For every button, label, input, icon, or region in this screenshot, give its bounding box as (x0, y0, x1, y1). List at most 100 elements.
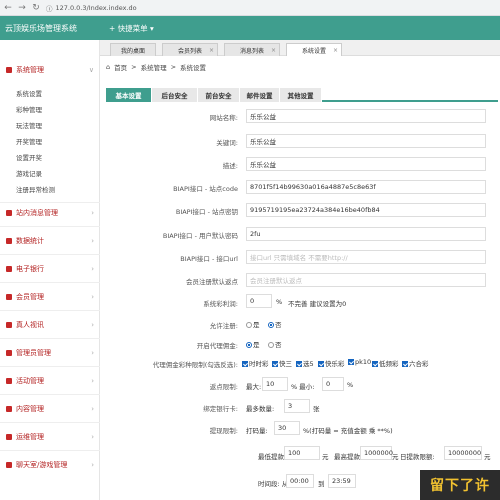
profit-rate-input[interactable]: 0 (246, 294, 272, 308)
code-amount-input[interactable]: 30 (274, 421, 300, 435)
biapi-pwd-input[interactable]: 2fu (246, 227, 486, 241)
back-icon[interactable]: ← (4, 3, 12, 13)
tab-basic[interactable]: 基本设置 (106, 88, 152, 102)
settings-tabs: 基本设置 后台安全 前台安全 邮件设置 其他设置 (106, 88, 498, 102)
checkbox[interactable] (402, 361, 408, 367)
checkbox[interactable] (296, 361, 302, 367)
sidebar-section-admins[interactable]: 管理员管理 › (0, 345, 100, 361)
checkbox[interactable] (348, 359, 354, 365)
checkbox[interactable] (372, 361, 378, 367)
daily-limit-unit: 元 (484, 453, 491, 461)
radio-button[interactable] (268, 322, 274, 328)
sidebar-divider (0, 254, 100, 255)
breadcrumb: ⌂ 首页 > 系统管理 > 系统设置 (106, 60, 206, 74)
tab-frontend-security[interactable]: 前台安全 (198, 88, 240, 102)
chevron-icon: › (91, 433, 94, 441)
sidebar-item-lottery[interactable]: 彩种管理 (16, 104, 42, 114)
system-icon (6, 67, 12, 73)
sidebar-item-draw-management[interactable]: 开奖管理 (16, 136, 42, 146)
radio-button[interactable] (246, 322, 252, 328)
rebate-max-input[interactable]: 10 (262, 377, 288, 391)
sidebar-section-live[interactable]: 真人视讯 › (0, 317, 100, 333)
min-withdraw-label: 最低提款: (258, 453, 287, 461)
tab-desktop[interactable]: 我的桌面 (110, 43, 156, 56)
reload-icon[interactable]: ↻ (32, 3, 40, 13)
time-from-input[interactable]: 00:00 (286, 474, 314, 488)
keywords-input[interactable]: 乐乐公益 (246, 134, 486, 148)
sidebar-section-ebank[interactable]: 电子银行 › (0, 261, 100, 277)
option-label: 快乐彩 (325, 360, 345, 368)
breadcrumb-level1[interactable]: 系统管理 (141, 62, 167, 72)
radio-button[interactable] (246, 342, 252, 348)
agent-limit-option[interactable]: 快乐彩 (318, 358, 345, 368)
sidebar-item-gameplay[interactable]: 玩法管理 (16, 120, 42, 130)
tab-member-list[interactable]: 会员列表 × (162, 43, 218, 56)
tab-label: 系统设置 (301, 47, 326, 55)
allow-reg-no-option[interactable]: 否 (268, 319, 282, 329)
agent-limit-option[interactable]: 低频彩 (372, 358, 399, 368)
sidebar-section-content[interactable]: 内容管理 › (0, 401, 100, 417)
tab-other[interactable]: 其他设置 (280, 88, 322, 102)
sidebar-section-messages[interactable]: 站内消息管理 › (0, 205, 100, 221)
min-withdraw-input[interactable]: 100 (284, 446, 320, 460)
sidebar-section-ops[interactable]: 运维管理 › (0, 429, 100, 445)
sidebar-section-system[interactable]: 系统管理 ∨ (0, 62, 100, 78)
option-label: 选5 (303, 360, 314, 368)
code-amount-note: %(打码量 = 充值金额 乘 **%) (303, 427, 393, 435)
agent-limit-option[interactable]: 快三 (272, 358, 292, 368)
rebate-min-input[interactable]: 0 (322, 377, 344, 391)
sidebar-item-system-settings[interactable]: 系统设置 (16, 88, 42, 98)
tab-backend-security[interactable]: 后台安全 (152, 88, 198, 102)
radio-button[interactable] (268, 342, 274, 348)
tab-label: 消息列表 (239, 47, 264, 55)
allow-reg-yes-option[interactable]: 是 (246, 319, 260, 329)
biapi-code-input[interactable]: 8701f5f14b99630a016a4887e5c8e63f (246, 180, 486, 194)
open-agent-no-option[interactable]: 否 (268, 339, 282, 349)
sidebar-section-label: 会员管理 (16, 293, 44, 301)
bind-card-label: 绑定银行卡: (203, 405, 238, 413)
sidebar-section-chat[interactable]: 聊天室/游戏管理 › (0, 457, 100, 473)
address-bar[interactable]: ⓘ 127.0.0.3/Index.index.do (46, 3, 137, 13)
default-reg-input[interactable]: 会员注册默认返点 (246, 273, 486, 287)
description-input[interactable]: 乐乐公益 (246, 157, 486, 171)
checkbox[interactable] (272, 361, 278, 367)
close-icon[interactable]: × (209, 47, 214, 54)
biapi-key-label: BIAPI接口 - 站点密钥 (175, 208, 238, 216)
tab-message-list[interactable]: 消息列表 × (224, 43, 280, 56)
close-icon[interactable]: × (333, 47, 338, 54)
agent-limit-option[interactable]: 六合彩 (402, 358, 429, 368)
biapi-key-input[interactable]: 9195719195ea23724a384e16be40fb84 (246, 203, 486, 217)
checkbox[interactable] (242, 361, 248, 367)
sidebar-item-game-records[interactable]: 游戏记录 (16, 168, 42, 178)
sidebar-section-activities[interactable]: 活动管理 › (0, 373, 100, 389)
checkbox[interactable] (318, 361, 324, 367)
tab-system-settings[interactable]: 系统设置 × (286, 43, 342, 56)
biapi-url-input[interactable]: 接口url 只需填域名 不需要http:// (246, 250, 486, 264)
default-reg-label: 会员注册默认返点 (186, 278, 238, 286)
option-label: 是 (253, 341, 260, 349)
sidebar-section-stats[interactable]: 数据统计 › (0, 233, 100, 249)
max-withdraw-input[interactable]: 1000000 (360, 446, 393, 460)
agent-limit-option[interactable]: 时时彩 (242, 358, 269, 368)
agent-limit-option[interactable]: pk10 (348, 358, 371, 366)
agent-limit-option[interactable]: 选5 (296, 358, 314, 368)
chevron-icon: › (91, 461, 94, 469)
open-agent-yes-option[interactable]: 是 (246, 339, 260, 349)
forward-icon[interactable]: → (18, 3, 26, 13)
sidebar-item-set-draw[interactable]: 设置开奖 (16, 152, 42, 162)
rebate-unit: % (347, 381, 354, 389)
allow-reg-label: 允许注册: (209, 322, 238, 330)
tab-email[interactable]: 邮件设置 (240, 88, 280, 102)
quick-menu-button[interactable]: + 快捷菜单 ▾ (109, 23, 154, 34)
site-name-input[interactable]: 乐乐公益 (246, 109, 486, 123)
user-icon (6, 294, 12, 300)
bind-card-max-input[interactable]: 3 (284, 399, 310, 413)
sidebar-section-members[interactable]: 会员管理 › (0, 289, 100, 305)
breadcrumb-home[interactable]: 首页 (114, 62, 127, 72)
sidebar-item-register-check[interactable]: 注册异常检测 (16, 184, 55, 194)
close-icon[interactable]: × (271, 47, 276, 54)
sidebar-divider (0, 450, 100, 451)
time-to-input[interactable]: 23:59 (328, 474, 356, 488)
daily-limit-input[interactable]: 10000000 (444, 446, 482, 460)
biapi-code-label: BIAPI接口 - 站点code (173, 185, 238, 193)
